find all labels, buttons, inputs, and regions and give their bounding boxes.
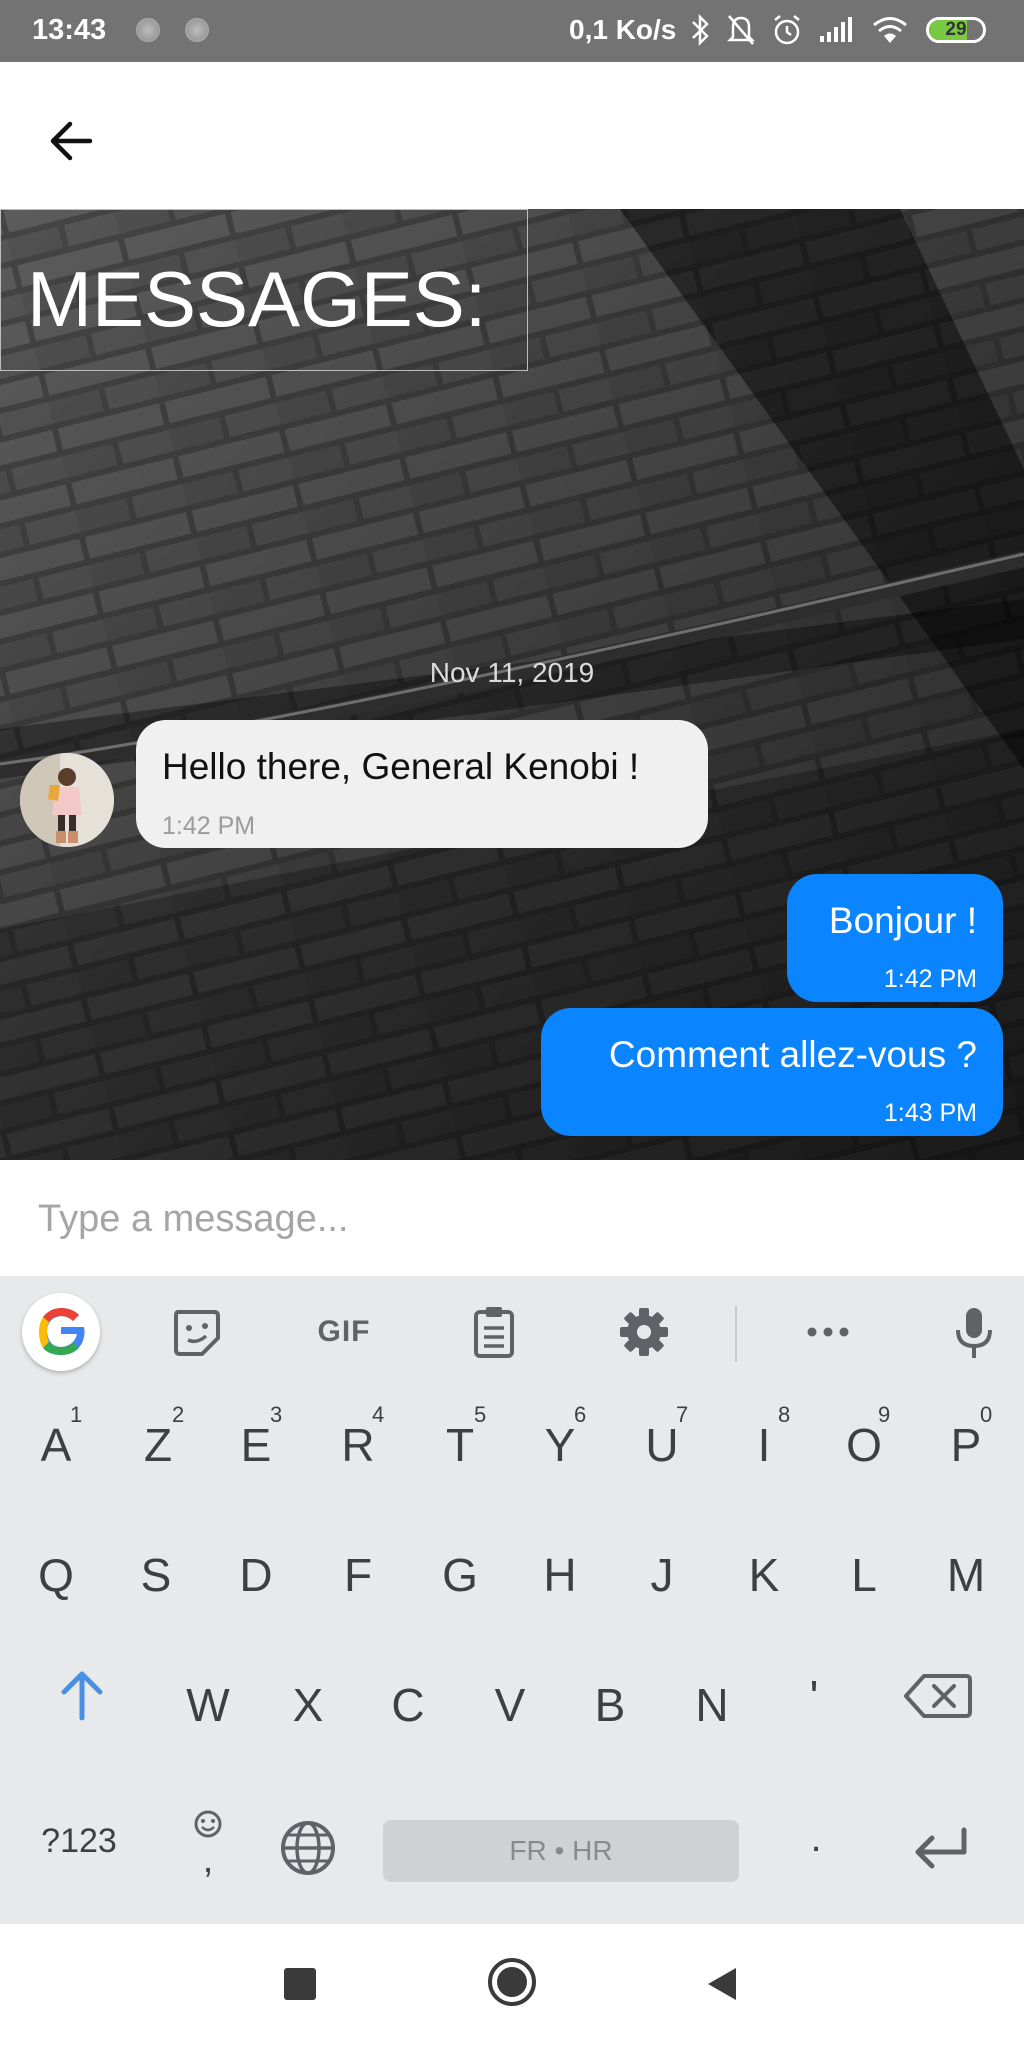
arrow-left-icon[interactable] bbox=[40, 108, 106, 174]
sticker-icon[interactable] bbox=[164, 1300, 228, 1364]
message-input[interactable] bbox=[36, 1188, 1000, 1250]
key-v[interactable]: V bbox=[462, 1646, 558, 1756]
key-d[interactable]: D bbox=[208, 1516, 304, 1626]
key-h[interactable]: H bbox=[512, 1516, 608, 1626]
toolbar-divider bbox=[735, 1306, 737, 1362]
key-f[interactable]: F bbox=[310, 1516, 406, 1626]
home-circle-icon[interactable] bbox=[486, 1956, 538, 2008]
title-frame: MESSAGES: bbox=[0, 209, 528, 371]
key-r[interactable]: R4 bbox=[310, 1386, 406, 1496]
key-l[interactable]: L bbox=[816, 1516, 912, 1626]
back-triangle-icon[interactable] bbox=[700, 1962, 744, 2006]
wifi-icon bbox=[873, 17, 907, 43]
google-icon[interactable] bbox=[22, 1293, 100, 1371]
key-x[interactable]: X bbox=[260, 1646, 356, 1756]
keyboard-toolbar: GIF bbox=[0, 1276, 1024, 1386]
signal-icon bbox=[820, 17, 852, 42]
notification-dot-icon bbox=[185, 18, 209, 42]
key-e[interactable]: E3 bbox=[208, 1386, 304, 1496]
message-text: Hello there, General Kenobi ! bbox=[162, 746, 640, 787]
key-w[interactable]: W bbox=[160, 1646, 256, 1756]
status-bar: 13:43 0,1 Ko/s 29 bbox=[0, 0, 1024, 62]
key-a[interactable]: A1 bbox=[8, 1386, 104, 1496]
clipboard-icon[interactable] bbox=[462, 1300, 526, 1364]
more-icon[interactable] bbox=[796, 1300, 860, 1364]
gif-icon[interactable]: GIF bbox=[306, 1300, 382, 1364]
message-bubble-outgoing[interactable]: Comment allez-vous ? 1:43 PM bbox=[541, 1008, 1003, 1136]
message-bubble-incoming[interactable]: Hello there, General Kenobi ! 1:42 PM bbox=[136, 720, 708, 848]
recents-square-icon[interactable] bbox=[280, 1964, 320, 2004]
microphone-icon[interactable] bbox=[942, 1300, 1006, 1364]
key-y[interactable]: Y6 bbox=[512, 1386, 608, 1496]
battery-level: 29 bbox=[945, 19, 967, 40]
notification-dot-icon bbox=[136, 18, 160, 42]
key-apostrophe[interactable]: ' bbox=[766, 1638, 862, 1748]
key-t[interactable]: T5 bbox=[412, 1386, 508, 1496]
key-m[interactable]: M bbox=[918, 1516, 1014, 1626]
key-g[interactable]: G bbox=[412, 1516, 508, 1626]
comma-label: , bbox=[202, 1839, 214, 1881]
message-text: Bonjour ! bbox=[828, 900, 977, 941]
key-p[interactable]: P0 bbox=[918, 1386, 1014, 1496]
keyboard: GIF A1 Z 2 E 3 R 4 T 5 Y 6 U 7 I 8 O 9 P… bbox=[0, 1276, 1024, 1924]
key-s[interactable]: S bbox=[108, 1516, 204, 1626]
period-key[interactable]: . bbox=[790, 1816, 842, 1861]
message-bubble-outgoing[interactable]: Bonjour ! 1:42 PM bbox=[787, 874, 1003, 1002]
app-bar bbox=[0, 62, 1024, 210]
key-k[interactable]: K bbox=[716, 1516, 812, 1626]
key-z[interactable]: Z2 bbox=[110, 1386, 206, 1496]
page-title: MESSAGES: bbox=[27, 255, 487, 343]
message-time: 1:42 PM bbox=[883, 965, 977, 993]
key-q[interactable]: Q bbox=[8, 1516, 104, 1626]
shift-key[interactable] bbox=[40, 1666, 124, 1726]
key-b[interactable]: B bbox=[562, 1646, 658, 1756]
battery-icon: 29 bbox=[926, 17, 986, 43]
avatar[interactable] bbox=[20, 753, 114, 847]
key-j[interactable]: J bbox=[614, 1516, 710, 1626]
date-divider: Nov 11, 2019 bbox=[429, 657, 595, 688]
enter-icon[interactable] bbox=[908, 1820, 974, 1876]
space-bar[interactable]: FR • HR bbox=[383, 1820, 739, 1882]
backspace-icon[interactable] bbox=[902, 1668, 974, 1724]
symbols-key[interactable]: ?123 bbox=[24, 1822, 134, 1861]
navigation-bar bbox=[0, 1924, 1024, 2048]
status-time: 13:43 bbox=[32, 14, 107, 46]
message-text: Comment allez-vous ? bbox=[608, 1034, 977, 1075]
key-c[interactable]: C bbox=[360, 1646, 456, 1756]
message-time: 1:42 PM bbox=[162, 812, 256, 840]
alarm-icon bbox=[774, 15, 800, 45]
message-time: 1:43 PM bbox=[883, 1099, 977, 1127]
bell-off-icon bbox=[726, 15, 756, 45]
key-n[interactable]: N bbox=[664, 1646, 760, 1756]
key-o[interactable]: O9 bbox=[816, 1386, 912, 1496]
key-u[interactable]: U7 bbox=[614, 1386, 710, 1496]
globe-icon[interactable] bbox=[278, 1818, 338, 1878]
settings-icon[interactable] bbox=[612, 1300, 676, 1364]
chat-area[interactable]: MESSAGES: Nov 11, 2019 Hello there, Gene… bbox=[0, 209, 1024, 1160]
key-i[interactable]: I8 bbox=[716, 1386, 812, 1496]
bluetooth-icon bbox=[692, 13, 709, 47]
composer bbox=[0, 1160, 1024, 1276]
network-speed: 0,1 Ko/s bbox=[569, 14, 677, 45]
emoji-comma-key[interactable]: , bbox=[180, 1806, 236, 1886]
